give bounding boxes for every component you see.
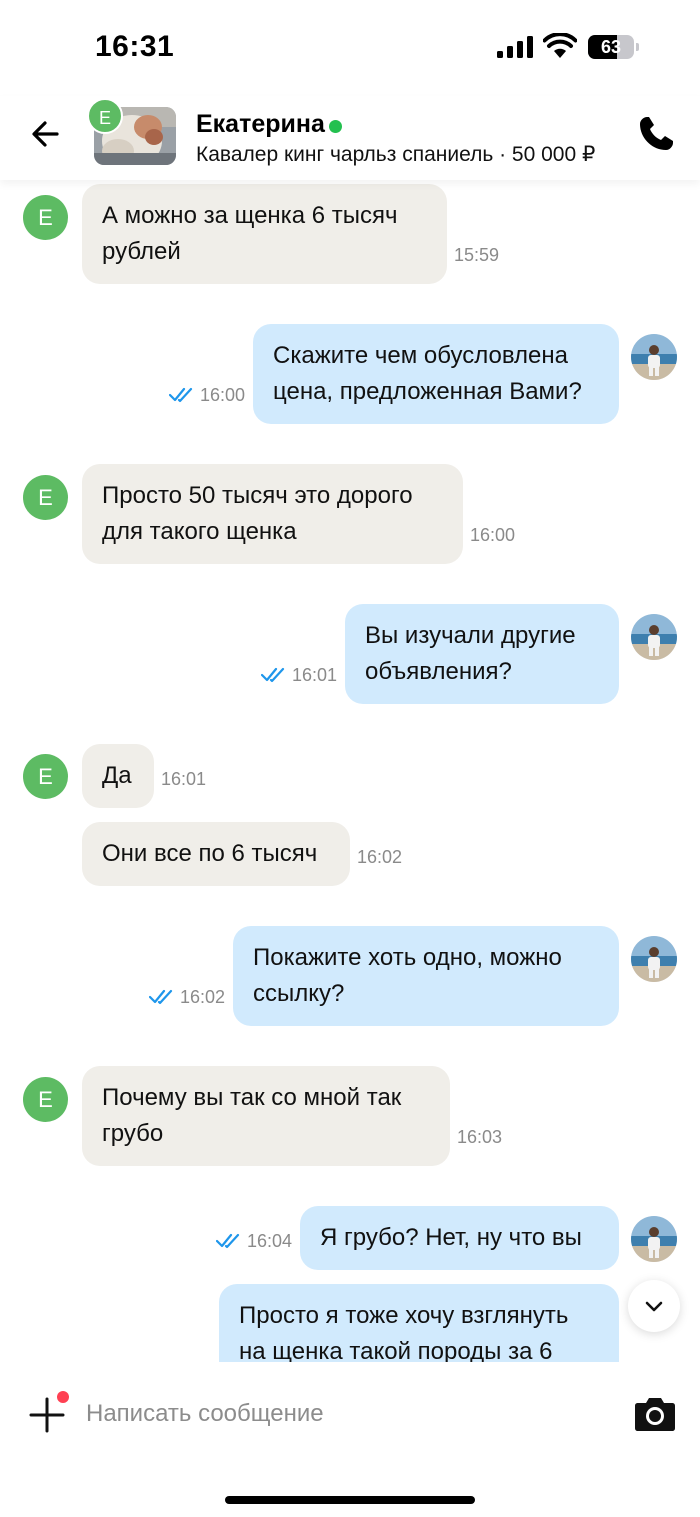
double-check-icon <box>216 1233 240 1249</box>
message-list[interactable]: E А можно за щенка 6 тысяч рублей 15:59 … <box>0 180 700 1362</box>
wifi-icon <box>543 33 577 58</box>
contact-avatar: E <box>87 98 123 134</box>
incoming-message[interactable]: Просто 50 тысяч это дорого для такого ще… <box>82 464 463 564</box>
outgoing-message[interactable]: Я грубо? Нет, ну что вы <box>300 1206 619 1270</box>
message-time: 16:02 <box>180 987 226 1007</box>
contact-name[interactable]: Екатерина <box>196 110 325 139</box>
listing-subtitle[interactable]: Кавалер кинг чарльз спаниель · 50 000 ₽ <box>196 142 595 167</box>
message-input[interactable] <box>86 1392 606 1436</box>
chat-header: E Екатерина Кавалер кинг чарльз спаниель… <box>0 96 700 180</box>
message-time: 15:59 <box>454 245 500 265</box>
phone-icon[interactable] <box>636 114 676 154</box>
back-arrow-icon[interactable] <box>26 114 66 154</box>
double-check-icon <box>169 387 193 403</box>
sender-avatar: E <box>23 195 68 240</box>
cellular-signal-icon <box>497 36 533 58</box>
outgoing-message[interactable]: Вы изучали другие объявления? <box>345 604 619 704</box>
status-bar: 16:31 63 <box>0 0 700 96</box>
scroll-down-chevron-down-icon[interactable] <box>628 1280 680 1332</box>
my-avatar[interactable] <box>631 1216 677 1262</box>
message-time: 16:03 <box>457 1127 503 1147</box>
sender-avatar: E <box>23 475 68 520</box>
my-avatar[interactable] <box>631 936 677 982</box>
message-time: 16:04 <box>247 1231 293 1251</box>
outgoing-message[interactable]: Просто я тоже хочу взглянуть на щенка та… <box>219 1284 619 1362</box>
double-check-icon <box>261 667 285 683</box>
battery-indicator: 63 <box>588 35 640 59</box>
battery-percent: 63 <box>600 37 622 57</box>
status-time: 16:31 <box>95 30 175 63</box>
notification-dot <box>57 1391 69 1403</box>
message-composer <box>0 1362 700 1517</box>
message-time: 16:01 <box>161 769 207 789</box>
message-time: 16:02 <box>357 847 403 867</box>
message-time: 16:01 <box>292 665 338 685</box>
camera-icon[interactable] <box>633 1394 677 1434</box>
message-time: 16:00 <box>200 385 246 405</box>
my-avatar[interactable] <box>631 614 677 660</box>
outgoing-message[interactable]: Покажите хоть одно, можно ссылку? <box>233 926 619 1026</box>
double-check-icon <box>149 989 173 1005</box>
message-time: 16:00 <box>470 525 516 545</box>
incoming-message[interactable]: Да <box>82 744 154 808</box>
sender-avatar: E <box>23 1077 68 1122</box>
online-status-dot <box>329 120 342 133</box>
my-avatar[interactable] <box>631 334 677 380</box>
outgoing-message[interactable]: Скажите чем обусловлена цена, предложенн… <box>253 324 619 424</box>
home-indicator <box>225 1496 475 1504</box>
incoming-message[interactable]: Они все по 6 тысяч <box>82 822 350 886</box>
incoming-message[interactable]: А можно за щенка 6 тысяч рублей <box>82 184 447 284</box>
incoming-message[interactable]: Почему вы так со мной так грубо <box>82 1066 450 1166</box>
sender-avatar: E <box>23 754 68 799</box>
